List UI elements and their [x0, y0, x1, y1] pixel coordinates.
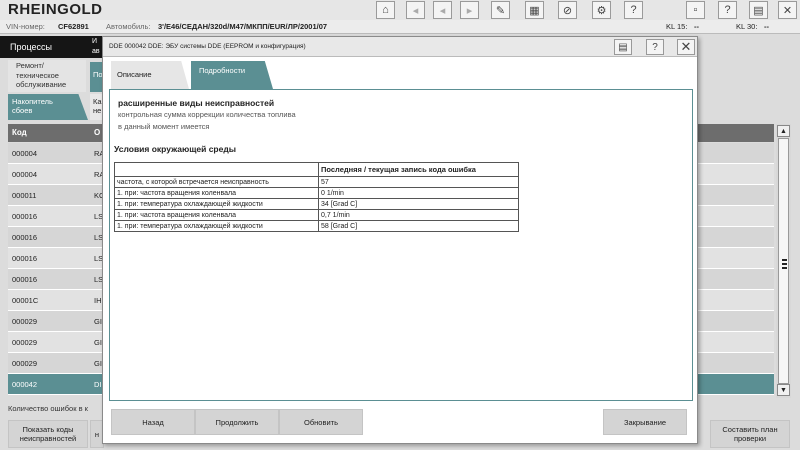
kl15-label: KL 15:	[666, 22, 688, 31]
back-button[interactable]: Назад	[111, 409, 195, 435]
back-icon[interactable]: ◂	[406, 1, 425, 19]
car-value: 3'/E46/СЕДАН/320d/M47/МКПП/EUR/ЛР/2001/0…	[158, 22, 328, 31]
vehicle-info-bar: VIN-номер: CF62891 Автомобиль: 3'/E46/СЕ…	[0, 20, 800, 34]
kl15-value: --	[694, 22, 699, 31]
tools-icon[interactable]: ⊘	[558, 1, 577, 19]
fault-detail-dialog: DDE 000042 DDE: ЭБУ системы DDE (EEPROM …	[102, 36, 698, 444]
tab-fault-memory[interactable]: Накопитель сбоев	[8, 94, 88, 120]
tab-description[interactable]: Описание	[111, 61, 189, 89]
row-code: 000011	[12, 191, 37, 200]
env-title: Условия окружающей среды	[114, 144, 236, 154]
dialog-title: DDE 000042 DDE: ЭБУ системы DDE (EEPROM …	[103, 37, 697, 57]
print-icon[interactable]: ▤	[614, 39, 632, 55]
help-icon[interactable]: ?	[646, 39, 664, 55]
car-label: Автомобиль:	[106, 22, 151, 31]
fault-count-label: Количество ошибок в к	[8, 404, 88, 413]
next-icon[interactable]: ▸	[460, 1, 479, 19]
col-code[interactable]: Код	[12, 128, 27, 137]
row-desc: GI	[94, 338, 102, 347]
env-row: 1. при: частота вращения коленвала 0,7 1/…	[114, 209, 519, 221]
close-button[interactable]: Закрывание	[603, 409, 687, 435]
env-label: 1. при: частота вращения коленвала	[114, 209, 319, 221]
row-desc: DI	[94, 380, 102, 389]
row-code: 000029	[12, 359, 38, 368]
scroll-down-icon[interactable]: ▼	[777, 384, 790, 396]
grip-line	[782, 263, 787, 265]
vin-label: VIN-номер:	[6, 22, 45, 31]
fault-status: в данный момент имеется	[118, 122, 210, 131]
plan-button[interactable]: Составить план проверки	[710, 420, 790, 448]
col-desc[interactable]: О	[94, 128, 100, 137]
row-desc: IH	[94, 296, 102, 305]
details-panel: расширенные виды неисправностей контроль…	[109, 89, 693, 401]
env-row: частота, с которой встречается неисправн…	[114, 176, 519, 188]
continue-button[interactable]: Продолжить	[195, 409, 279, 435]
row-code: 00001C	[12, 296, 39, 305]
settings-icon[interactable]: ⚙	[592, 1, 611, 19]
row-code: 000029	[12, 317, 38, 326]
env-value: 0 1/min	[318, 187, 519, 199]
env-value: 0,7 1/min	[318, 209, 519, 221]
top-bar: RHEINGOLD ⌂ ◂ ◂ ▸ ✎ ▦ ⊘ ⚙ ? ▫ ? ▤ ✕	[0, 0, 800, 20]
close-icon[interactable]: ✕	[778, 1, 797, 19]
row-code: 000004	[12, 149, 38, 158]
wrench-icon[interactable]: ✎	[491, 1, 510, 19]
previous-icon[interactable]: ◂	[433, 1, 452, 19]
row-code: 000029	[12, 338, 38, 347]
tab-details[interactable]: Подробности	[191, 61, 273, 89]
scrollbar[interactable]: ▲ ▼	[776, 124, 791, 398]
home-icon[interactable]: ⌂	[376, 1, 395, 19]
module-icon[interactable]: ▦	[525, 1, 544, 19]
vin-value: CF62891	[58, 22, 89, 31]
row-code: 000016	[12, 212, 38, 221]
tools-2-icon[interactable]: ?	[718, 1, 737, 19]
env-value: 57	[318, 176, 519, 188]
env-row: 1. при: температура охлаждающей жидкости…	[114, 198, 519, 210]
env-label: частота, с которой встречается неисправн…	[114, 176, 319, 188]
env-label: 1. при: температура охлаждающей жидкости	[114, 198, 319, 210]
refresh-button[interactable]: Обновить	[279, 409, 363, 435]
mini-icon[interactable]: ▫	[686, 1, 705, 19]
env-row: 1. при: частота вращения коленвала 0 1/mi…	[114, 187, 519, 199]
close-icon[interactable]: ✕	[677, 39, 695, 55]
env-header-empty	[114, 162, 319, 177]
env-row: 1. при: температура охлаждающей жидкости…	[114, 220, 519, 232]
help-icon[interactable]: ?	[624, 1, 643, 19]
scroll-up-icon[interactable]: ▲	[777, 125, 790, 137]
env-label: 1. при: частота вращения коленвала	[114, 187, 319, 199]
kl30-label: KL 30:	[736, 22, 758, 31]
row-desc: GI	[94, 359, 102, 368]
env-value: 34 [Grad C]	[318, 198, 519, 210]
tab-repair[interactable]: Ремонт/ техническое обслуживание	[8, 60, 86, 92]
env-table: Последняя / текущая запись кода ошибка ч…	[114, 162, 519, 232]
fault-subtitle: контрольная сумма коррекции количества т…	[118, 110, 296, 119]
row-code: 000016	[12, 275, 38, 284]
row-code: 000042	[12, 380, 38, 389]
show-codes-button[interactable]: Показать коды неисправностей	[8, 420, 88, 448]
env-header: Последняя / текущая запись кода ошибка	[318, 162, 519, 177]
row-code: 000004	[12, 170, 38, 179]
row-code: 000016	[12, 254, 38, 263]
scroll-thumb[interactable]	[778, 138, 789, 384]
print-icon[interactable]: ▤	[749, 1, 768, 19]
env-label: 1. при: температура охлаждающей жидкости	[114, 220, 319, 232]
app-brand: RHEINGOLD	[8, 1, 103, 18]
nav-processes[interactable]: Процессы	[0, 36, 92, 58]
fault-title: расширенные виды неисправностей	[118, 98, 275, 108]
kl30-value: --	[764, 22, 769, 31]
row-desc: GI	[94, 317, 102, 326]
row-code: 000016	[12, 233, 38, 242]
env-value: 58 [Grad C]	[318, 220, 519, 232]
